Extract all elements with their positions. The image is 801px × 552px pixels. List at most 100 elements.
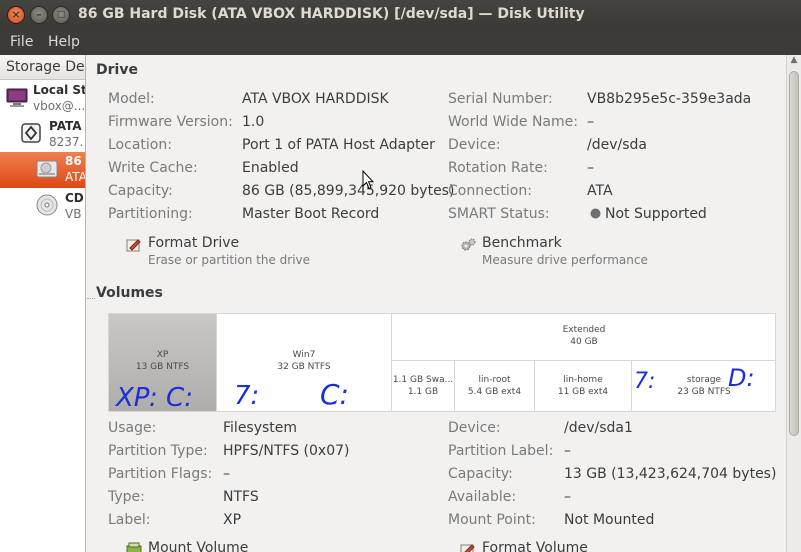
title-bar: × – □ 86 GB Hard Disk (ATA VBOX HARDDISK… [0, 0, 801, 31]
volume-xp[interactable]: XP 13 GB NTFS [109, 314, 217, 411]
type-value: NTFS [223, 489, 259, 505]
gears-icon [461, 238, 476, 251]
firmware-label: Firmware Version: [108, 114, 233, 130]
rotation-rate-label: Rotation Rate: [448, 160, 548, 176]
model-value: ATA VBOX HARDDISK [242, 91, 389, 107]
sidebar-item-hard-disk[interactable]: 86 ATA [0, 152, 86, 188]
volume-size: 5.4 GB ext4 [467, 387, 522, 397]
pane-grip[interactable] [87, 298, 95, 300]
scrollbar-thumb[interactable] [789, 71, 799, 436]
volume-size: 11 GB ext4 [557, 387, 609, 397]
mount-icon [126, 542, 142, 552]
volume-name: XP [156, 350, 169, 360]
location-label: Location: [108, 137, 172, 153]
format-volume-title: Format Volume [482, 540, 588, 552]
controller-icon [21, 123, 41, 143]
volume-map: XP 13 GB NTFS Win7 32 GB NTFS Extended 4… [108, 313, 776, 412]
scroll-up-arrow-icon[interactable]: ▲ [787, 55, 801, 69]
available-value: – [564, 489, 571, 505]
partition-label-value: – [564, 443, 571, 459]
mount-point-label: Mount Point: [448, 512, 536, 528]
volume-name: Extended [562, 325, 606, 335]
format-drive-icon [126, 239, 141, 252]
vertical-scrollbar[interactable]: ▲ [786, 55, 801, 552]
sidebar-header[interactable]: Storage De [0, 55, 85, 80]
partition-type-value: HPFS/NTFS (0x07) [223, 443, 350, 459]
wwn-label: World Wide Name: [448, 114, 578, 130]
volume-lin-root[interactable]: lin-root 5.4 GB ext4 [455, 361, 535, 411]
format-volume-button[interactable]: Format Volume [460, 540, 660, 552]
usage-label: Usage: [108, 420, 157, 436]
menu-help[interactable]: Help [48, 34, 80, 50]
computer-icon [6, 88, 28, 107]
volume-storage[interactable]: storage 23 GB NTFS [632, 361, 776, 411]
volume-capacity-label: Capacity: [448, 466, 513, 482]
connection-value: ATA [587, 183, 613, 199]
volume-name: Win7 [292, 350, 316, 360]
window-title: 86 GB Hard Disk (ATA VBOX HARDDISK) [/de… [78, 6, 585, 22]
write-cache-value: Enabled [242, 160, 299, 176]
partition-label-label: Partition Label: [448, 443, 554, 459]
mouse-pointer-icon [362, 170, 374, 190]
mount-volume-title: Mount Volume [148, 540, 249, 552]
format-volume-icon [460, 544, 475, 552]
volume-lin-home[interactable]: lin-home 11 GB ext4 [535, 361, 632, 411]
volume-size: 40 GB [570, 337, 598, 347]
volume-name: storage [686, 375, 722, 385]
volume-size: 23 GB NTFS [677, 387, 731, 397]
volume-device-value: /dev/sda1 [564, 420, 633, 436]
volume-name: lin-home [563, 375, 603, 385]
sidebar-item-title: 86 [65, 154, 82, 168]
minimize-window-button[interactable]: – [30, 6, 48, 24]
device-label: Device: [448, 137, 501, 153]
minimize-icon: – [36, 8, 42, 21]
label-label: Label: [108, 512, 151, 528]
benchmark-subtitle: Measure drive performance [482, 253, 648, 267]
type-label: Type: [108, 489, 145, 505]
serial-number-value: VB8b295e5c-359e3ada [587, 91, 752, 107]
volumes-heading: Volumes [96, 285, 163, 301]
partition-flags-value: – [223, 466, 230, 482]
maximize-window-button[interactable]: □ [52, 6, 70, 24]
sidebar-item-title: Local Sto [33, 83, 85, 97]
format-drive-button[interactable]: Format Drive Erase or partition the driv… [126, 235, 326, 269]
location-value: Port 1 of PATA Host Adapter [242, 137, 435, 153]
close-window-button[interactable]: × [7, 6, 25, 24]
available-label: Available: [448, 489, 517, 505]
maximize-icon: □ [56, 10, 66, 20]
connection-label: Connection: [448, 183, 532, 199]
volume-device-label: Device: [448, 420, 501, 436]
benchmark-button[interactable]: Benchmark Measure drive performance [460, 235, 660, 269]
menu-bar: File Help [0, 31, 801, 55]
sidebar-item-subtitle: ATA [65, 170, 86, 184]
usage-value: Filesystem [223, 420, 298, 436]
serial-number-label: Serial Number: [448, 91, 553, 107]
partition-type-label: Partition Type: [108, 443, 208, 459]
device-value: /dev/sda [587, 137, 647, 153]
menu-file[interactable]: File [10, 34, 33, 50]
volume-capacity-value: 13 GB (13,423,624,704 bytes) [564, 466, 777, 482]
sidebar-item-cd-drive[interactable]: CD VB [0, 189, 85, 235]
wwn-value: – [587, 114, 594, 130]
write-cache-label: Write Cache: [108, 160, 198, 176]
mount-volume-button[interactable]: Mount Volume [126, 540, 326, 552]
volume-extended[interactable]: Extended 40 GB [392, 314, 776, 361]
volume-swap[interactable]: 1.1 GB Swa... 1.1 GB [392, 361, 455, 411]
storage-devices-sidebar[interactable]: Storage De Local Sto vbox@... PATA 8237.… [0, 55, 86, 552]
smart-status-dot-icon [590, 208, 601, 219]
volume-win7[interactable]: Win7 32 GB NTFS [217, 314, 392, 411]
sidebar-item-subtitle: VB [65, 207, 82, 221]
volume-name: lin-root [478, 375, 511, 385]
volume-size: 32 GB NTFS [277, 362, 331, 372]
partition-flags-label: Partition Flags: [108, 466, 213, 482]
partitioning-value: Master Boot Record [242, 206, 380, 222]
volume-name: 1.1 GB Swa... [392, 375, 454, 385]
close-icon: × [11, 8, 21, 21]
volume-size: 1.1 GB [407, 387, 439, 397]
format-drive-subtitle: Erase or partition the drive [148, 253, 311, 267]
firmware-value: 1.0 [242, 114, 265, 130]
sidebar-item-subtitle: vbox@... [33, 99, 86, 113]
mount-point-value: Not Mounted [564, 512, 655, 528]
harddisk-icon [36, 160, 58, 178]
smart-status-label: SMART Status: [448, 206, 550, 222]
